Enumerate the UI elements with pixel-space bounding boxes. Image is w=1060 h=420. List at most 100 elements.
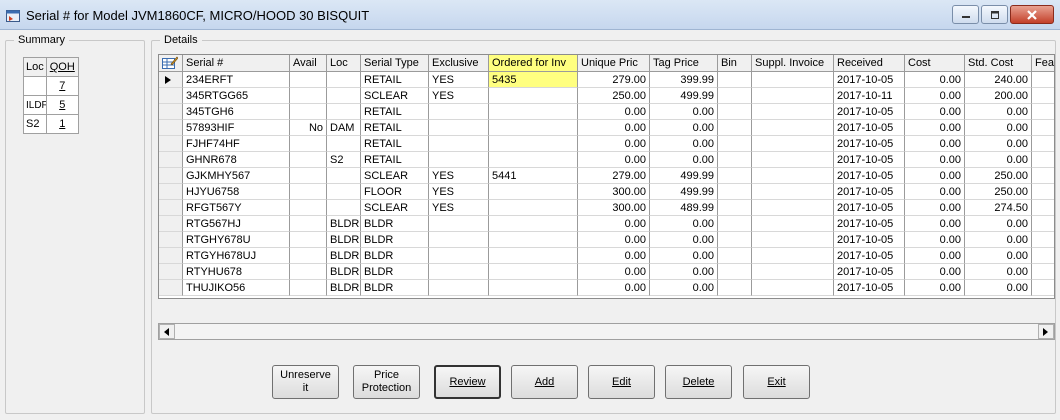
cell-exclusive[interactable]: YES (429, 88, 489, 104)
cell-tag-price[interactable]: 0.00 (650, 104, 718, 120)
table-row[interactable]: FJHF74HF RETAIL 0.00 0.00 2017-10-05 0.00 0.00 (159, 136, 1054, 152)
cell-serial-type[interactable]: RETAIL (361, 120, 429, 136)
cell-cost[interactable]: 0.00 (905, 120, 965, 136)
cell-avail[interactable] (290, 72, 327, 88)
cell-serial-type[interactable]: BLDR (361, 248, 429, 264)
cell-exclusive[interactable]: YES (429, 184, 489, 200)
column-header-serial[interactable]: Serial # (183, 55, 290, 72)
cell-tag-price[interactable]: 0.00 (650, 152, 718, 168)
cell-exclusive[interactable] (429, 152, 489, 168)
cell-cost[interactable]: 0.00 (905, 136, 965, 152)
cell-suppl-invoice[interactable] (752, 232, 834, 248)
cell-std-cost[interactable]: 0.00 (965, 136, 1032, 152)
cell-avail[interactable] (290, 104, 327, 120)
cell-std-cost[interactable]: 250.00 (965, 184, 1032, 200)
cell-serial[interactable]: GJKMHY567 (183, 168, 290, 184)
add-button[interactable]: Add (511, 365, 578, 399)
cell-received[interactable]: 2017-10-05 (834, 280, 905, 296)
cell-received[interactable]: 2017-10-05 (834, 184, 905, 200)
column-header-bin[interactable]: Bin (718, 55, 752, 72)
cell-suppl-invoice[interactable] (752, 264, 834, 280)
cell-serial[interactable]: 57893HIF (183, 120, 290, 136)
cell-bin[interactable] (718, 248, 752, 264)
cell-exclusive[interactable] (429, 216, 489, 232)
cell-unique-price[interactable]: 279.00 (578, 72, 650, 88)
cell-cost[interactable]: 0.00 (905, 216, 965, 232)
cell-cost[interactable]: 0.00 (905, 88, 965, 104)
cell-exclusive[interactable] (429, 264, 489, 280)
cell-std-cost[interactable]: 240.00 (965, 72, 1032, 88)
column-header-tag-price[interactable]: Tag Price (650, 55, 718, 72)
cell-ordered-for-inv[interactable] (489, 120, 578, 136)
cell-received[interactable]: 2017-10-05 (834, 232, 905, 248)
review-button[interactable]: Review (434, 365, 501, 399)
cell-avail[interactable] (290, 232, 327, 248)
cell-exclusive[interactable] (429, 136, 489, 152)
cell-std-cost[interactable]: 0.00 (965, 248, 1032, 264)
cell-received[interactable]: 2017-10-05 (834, 168, 905, 184)
column-header-avail[interactable]: Avail (290, 55, 327, 72)
cell-serial[interactable]: HJYU6758 (183, 184, 290, 200)
cell-bin[interactable] (718, 152, 752, 168)
cell-loc[interactable] (327, 104, 361, 120)
table-row[interactable]: RTGHY678U BLDR BLDR 0.00 0.00 2017-10-05 0.00 0… (159, 232, 1054, 248)
maximize-button[interactable] (981, 5, 1008, 24)
cell-loc[interactable] (327, 184, 361, 200)
cell-features[interactable] (1032, 264, 1054, 280)
cell-serial-type[interactable]: FLOOR (361, 184, 429, 200)
cell-bin[interactable] (718, 120, 752, 136)
cell-ordered-for-inv[interactable] (489, 232, 578, 248)
cell-received[interactable]: 2017-10-05 (834, 152, 905, 168)
cell-std-cost[interactable]: 0.00 (965, 280, 1032, 296)
cell-std-cost[interactable]: 0.00 (965, 104, 1032, 120)
cell-bin[interactable] (718, 184, 752, 200)
cell-serial-type[interactable]: BLDR (361, 216, 429, 232)
cell-cost[interactable]: 0.00 (905, 104, 965, 120)
row-selector[interactable] (159, 136, 183, 152)
cell-cost[interactable]: 0.00 (905, 200, 965, 216)
table-row[interactable]: THUJIKO56 BLDR BLDR 0.00 0.00 2017-10-05 0.00 0… (159, 280, 1054, 296)
cell-loc[interactable]: BLDR (327, 216, 361, 232)
row-selector[interactable] (159, 264, 183, 280)
cell-serial-type[interactable]: SCLEAR (361, 200, 429, 216)
cell-features[interactable] (1032, 136, 1054, 152)
cell-avail[interactable] (290, 184, 327, 200)
cell-serial-type[interactable]: BLDR (361, 264, 429, 280)
cell-features[interactable] (1032, 152, 1054, 168)
cell-std-cost[interactable]: 200.00 (965, 88, 1032, 104)
cell-unique-price[interactable]: 0.00 (578, 120, 650, 136)
cell-received[interactable]: 2017-10-05 (834, 216, 905, 232)
cell-serial-type[interactable]: BLDR (361, 232, 429, 248)
row-selector[interactable] (159, 88, 183, 104)
cell-cost[interactable]: 0.00 (905, 248, 965, 264)
cell-serial[interactable]: RTGHY678U (183, 232, 290, 248)
cell-received[interactable]: 2017-10-05 (834, 136, 905, 152)
cell-bin[interactable] (718, 232, 752, 248)
cell-exclusive[interactable] (429, 104, 489, 120)
app-window-icon[interactable] (6, 10, 20, 22)
cell-suppl-invoice[interactable] (752, 216, 834, 232)
column-header-loc[interactable]: Loc (327, 55, 361, 72)
table-row[interactable]: RTGYH678UJ BLDR BLDR 0.00 0.00 2017-10-05 0.00… (159, 248, 1054, 264)
cell-loc[interactable]: BLDR (327, 264, 361, 280)
cell-cost[interactable]: 0.00 (905, 184, 965, 200)
cell-serial[interactable]: 345RTGG65 (183, 88, 290, 104)
table-row[interactable]: RTYHU678 BLDR BLDR 0.00 0.00 2017-10-05 0.00 0.… (159, 264, 1054, 280)
cell-unique-price[interactable]: 0.00 (578, 232, 650, 248)
cell-tag-price[interactable]: 0.00 (650, 232, 718, 248)
close-button[interactable] (1010, 5, 1054, 24)
cell-serial[interactable]: GHNR678 (183, 152, 290, 168)
cell-ordered-for-inv[interactable] (489, 216, 578, 232)
cell-tag-price[interactable]: 499.99 (650, 184, 718, 200)
cell-suppl-invoice[interactable] (752, 88, 834, 104)
cell-features[interactable] (1032, 232, 1054, 248)
cell-std-cost[interactable]: 0.00 (965, 216, 1032, 232)
cell-features[interactable] (1032, 280, 1054, 296)
cell-tag-price[interactable]: 0.00 (650, 136, 718, 152)
cell-tag-price[interactable]: 499.99 (650, 88, 718, 104)
cell-unique-price[interactable]: 0.00 (578, 248, 650, 264)
cell-serial-type[interactable]: BLDR (361, 280, 429, 296)
edit-grid-icon[interactable] (159, 55, 183, 72)
cell-suppl-invoice[interactable] (752, 72, 834, 88)
cell-features[interactable] (1032, 184, 1054, 200)
